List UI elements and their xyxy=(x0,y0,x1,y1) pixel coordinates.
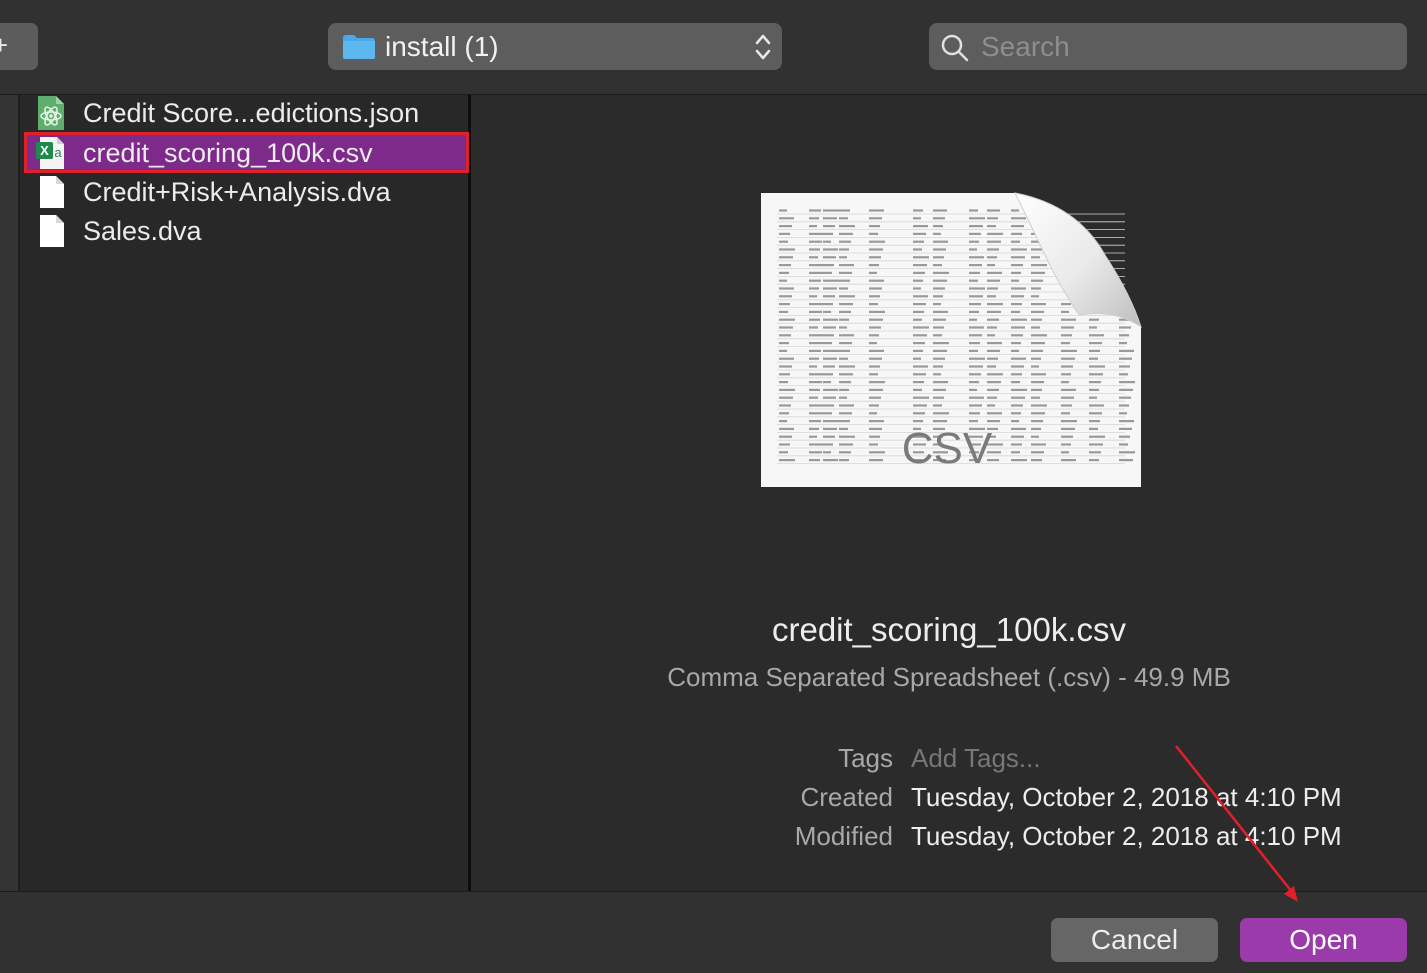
tags-field[interactable]: Add Tags... xyxy=(911,743,1041,774)
folder-icon xyxy=(343,35,375,59)
modified-value: Tuesday, October 2, 2018 at 4:10 PM xyxy=(911,821,1342,851)
search-input[interactable] xyxy=(979,29,1383,65)
modified-label: Modified xyxy=(794,821,893,851)
chevron-updown-icon xyxy=(755,34,771,60)
created-value: Tuesday, October 2, 2018 at 4:10 PM xyxy=(911,782,1342,812)
blank-document-icon xyxy=(40,176,64,208)
created-label: Created xyxy=(800,782,894,812)
preview-kind-size: Comma Separated Spreadsheet (.csv) - 49.… xyxy=(667,662,1231,692)
csv-thumbnail: CSV xyxy=(761,192,1142,487)
blank-document-icon xyxy=(40,215,64,247)
file-list: Credit Score...edictions.json X a credit… xyxy=(20,95,471,891)
file-name: Credit Score...edictions.json xyxy=(83,98,420,128)
atom-json-file-icon xyxy=(38,96,64,130)
list-item[interactable]: Credit+Risk+Analysis.dva xyxy=(24,174,468,212)
search-field[interactable] xyxy=(929,23,1407,70)
list-item[interactable]: Credit Score...edictions.json xyxy=(24,95,468,133)
thumbnail-label: CSV xyxy=(902,424,993,473)
file-name: Sales.dva xyxy=(83,216,202,246)
toolbar: + install (1) xyxy=(0,0,1427,95)
previous-column xyxy=(0,95,20,891)
button-bar: Cancel Open xyxy=(0,891,1427,973)
plus-icon: + xyxy=(0,30,8,60)
list-item-selected[interactable]: X a credit_scoring_100k.csv xyxy=(24,135,468,173)
open-button[interactable]: Open xyxy=(1240,918,1407,962)
tags-label: Tags xyxy=(838,743,893,773)
file-name: credit_scoring_100k.csv xyxy=(83,138,373,168)
location-label: install (1) xyxy=(385,31,499,62)
search-icon xyxy=(941,34,969,62)
preview-pane: CSV credit_scoring_100k.csv Comma Separa… xyxy=(471,95,1427,891)
svg-text:a: a xyxy=(54,145,62,160)
svg-text:X: X xyxy=(40,143,49,158)
file-name: Credit+Risk+Analysis.dva xyxy=(83,177,391,207)
location-popup[interactable]: install (1) xyxy=(328,23,782,70)
excel-csv-file-icon: X a xyxy=(36,137,64,169)
new-folder-button[interactable]: + xyxy=(0,23,38,70)
preview-file-name: credit_scoring_100k.csv xyxy=(771,611,1126,648)
list-item[interactable]: Sales.dva xyxy=(24,213,468,251)
cancel-button[interactable]: Cancel xyxy=(1051,918,1218,962)
